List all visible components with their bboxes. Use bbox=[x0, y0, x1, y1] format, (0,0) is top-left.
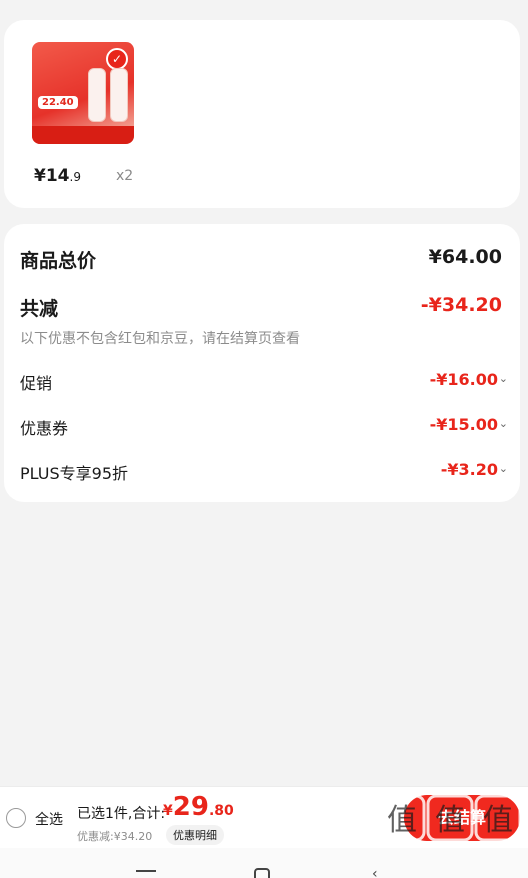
toothpaste-tube-image bbox=[110, 68, 128, 122]
plus-discount-row[interactable]: PLUS专享95折 -¥3.20 ⌄ bbox=[20, 460, 508, 484]
coupon-label: 优惠券 bbox=[20, 419, 69, 438]
back-icon[interactable]: ‹ bbox=[372, 866, 378, 878]
coupon-row[interactable]: 优惠券 -¥15.00 ⌄ bbox=[20, 415, 508, 439]
chevron-down-icon[interactable]: ⌄ bbox=[499, 417, 508, 430]
toothpaste-tube-image bbox=[88, 68, 106, 122]
product-price: ¥14.9 bbox=[34, 166, 81, 186]
total-discount-label: 共减 bbox=[20, 298, 59, 320]
price-decimal: .9 bbox=[69, 170, 81, 184]
checkout-button[interactable]: 去结算 bbox=[404, 795, 520, 841]
plus-discount-value: -¥3.20 bbox=[440, 460, 498, 479]
promotion-label: 促销 bbox=[20, 374, 53, 393]
checkout-bar: 全选 已选1件,合计: ¥29.80 优惠减:¥34.20 优惠明细 去结算 bbox=[0, 786, 528, 848]
total-price-label: 商品总价 bbox=[20, 250, 97, 272]
menu-icon[interactable] bbox=[136, 870, 156, 872]
product-card: ✓ 22.40 ¥14.9 x2 bbox=[4, 20, 520, 208]
system-nav-bar: ‹ bbox=[0, 848, 528, 878]
home-icon[interactable] bbox=[254, 868, 270, 878]
promotion-value: -¥16.00 bbox=[429, 370, 498, 389]
check-icon: ✓ bbox=[106, 48, 128, 70]
total-discount-value: -¥34.20 bbox=[420, 294, 502, 316]
selected-count-text: 已选1件,合计: bbox=[77, 806, 166, 822]
thumb-price-tag: 22.40 bbox=[38, 96, 78, 109]
thumb-banner bbox=[32, 126, 134, 144]
select-all-label[interactable]: 全选 bbox=[35, 809, 63, 829]
discount-note: 以下优惠不包含红包和京豆，请在结算页查看 bbox=[20, 331, 300, 347]
total-price-value: ¥64.00 bbox=[428, 246, 502, 268]
grand-total-decimal: .80 bbox=[208, 803, 234, 819]
coupon-value: -¥15.00 bbox=[429, 415, 498, 434]
grand-total-integer: 29 bbox=[172, 792, 209, 822]
total-discount-row: 共减 -¥34.20 bbox=[20, 294, 502, 320]
product-image[interactable]: ✓ 22.40 bbox=[32, 42, 134, 144]
price-symbol: ¥ bbox=[34, 166, 46, 186]
total-price-row: 商品总价 ¥64.00 bbox=[20, 246, 502, 272]
promotion-row[interactable]: 促销 -¥16.00 ⌄ bbox=[20, 370, 508, 394]
grand-total: ¥29.80 bbox=[163, 792, 234, 822]
price-summary-card: 商品总价 ¥64.00 共减 -¥34.20 以下优惠不包含红包和京豆，请在结算… bbox=[4, 224, 520, 502]
price-integer: 14 bbox=[45, 166, 70, 186]
product-quantity: x2 bbox=[116, 168, 134, 184]
discount-detail-button[interactable]: 优惠明细 bbox=[166, 825, 224, 845]
chevron-down-icon[interactable]: ⌄ bbox=[499, 462, 508, 475]
chevron-down-icon[interactable]: ⌄ bbox=[499, 372, 508, 385]
grand-total-symbol: ¥ bbox=[163, 803, 173, 819]
discount-summary: 优惠减:¥34.20 bbox=[77, 830, 153, 843]
radio-unchecked-icon[interactable] bbox=[6, 808, 26, 828]
plus-discount-label: PLUS专享95折 bbox=[20, 464, 128, 483]
